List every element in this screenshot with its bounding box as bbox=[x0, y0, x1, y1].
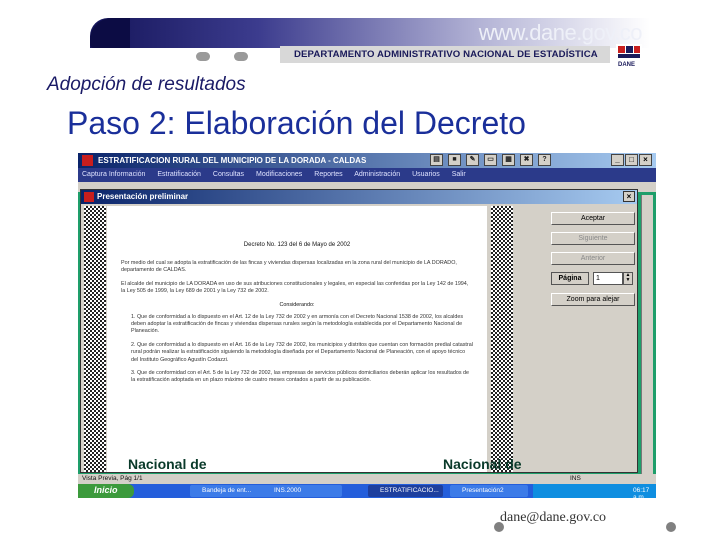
app-icon bbox=[82, 155, 93, 166]
app-titlebar: ESTRATIFICACION RURAL DEL MUNICIPIO DE L… bbox=[78, 153, 656, 168]
preview-page[interactable]: Decreto No. 123 del 6 de Mayo de 2002 Po… bbox=[107, 206, 487, 472]
title-toolbar: ▤ ■ ✎ ▭ ▦ ✖? bbox=[430, 154, 556, 166]
previous-button[interactable]: Anterior bbox=[551, 252, 635, 265]
minimize-icon[interactable]: _ bbox=[611, 154, 624, 166]
page-selector: Página 1 ▲ ▼ bbox=[551, 272, 635, 286]
windows-taskbar: Inicio Bandeja de ent... INS.2000 ESTRAT… bbox=[78, 484, 656, 498]
menu-item[interactable]: Usuarios bbox=[412, 171, 440, 178]
close-icon[interactable]: × bbox=[639, 154, 652, 166]
page-label: Página bbox=[551, 272, 589, 285]
decree-item: 3. Que de conformidad con el Art. 5 de l… bbox=[131, 370, 470, 384]
next-button[interactable]: Siguiente bbox=[551, 232, 635, 245]
clock: 06:17 a.m. bbox=[633, 487, 650, 498]
menu-item[interactable]: Consultas bbox=[213, 171, 244, 178]
help-icon[interactable]: ? bbox=[538, 154, 551, 166]
folder-icon[interactable]: ▭ bbox=[484, 154, 497, 166]
menu-item[interactable]: Reportes bbox=[314, 171, 342, 178]
window-controls: _ □ × bbox=[610, 154, 652, 166]
menu-item[interactable]: Administración bbox=[354, 171, 400, 178]
footer-dot bbox=[666, 522, 676, 532]
header-dot bbox=[234, 52, 248, 61]
start-button[interactable]: Inicio bbox=[78, 484, 134, 498]
considering-heading: Considerando: bbox=[279, 301, 315, 308]
page-input[interactable]: 1 bbox=[593, 272, 623, 285]
zoom-out-button[interactable]: Zoom para alejar bbox=[551, 293, 635, 306]
preview-controls: Aceptar Siguiente Anterior Página 1 ▲ ▼ Z… bbox=[551, 212, 635, 313]
menu-item[interactable]: Salir bbox=[452, 171, 466, 178]
maximize-icon[interactable]: □ bbox=[625, 154, 638, 166]
taskbar-item[interactable]: Presentación2 bbox=[450, 485, 528, 497]
header-url: www.dane.gov.co bbox=[478, 20, 643, 45]
dialog-icon bbox=[84, 192, 94, 202]
decree-paragraph: Por medio del cual se adopta la estratif… bbox=[121, 260, 457, 274]
menu-item[interactable]: Captura Información bbox=[82, 171, 145, 178]
tools-icon[interactable]: ✖ bbox=[520, 154, 533, 166]
menu-bar: Captura Información Estratificación Cons… bbox=[78, 168, 656, 182]
decree-paragraph: El alcalde del municipio de LA DORADA en… bbox=[121, 280, 469, 295]
decree-heading: Decreto No. 123 del 6 de Mayo de 2002 bbox=[243, 242, 351, 248]
taskbar-item[interactable]: INS.2000 bbox=[262, 485, 342, 497]
print-preview-dialog: Presentación preliminar × Decreto No. 12… bbox=[80, 189, 638, 473]
background-text: Nacional de bbox=[443, 456, 522, 472]
page-margin-pattern-right bbox=[491, 206, 513, 472]
taskbar-item-active[interactable]: ESTRATIFICACIO... bbox=[368, 485, 443, 497]
footer-email: dane@dane.gov.co bbox=[500, 510, 607, 525]
status-bar: Vista Previa, Pág 1/1 INS bbox=[78, 474, 656, 484]
dialog-close-button[interactable]: × bbox=[623, 191, 635, 202]
app-screenshot: ESTRATIFICACION RURAL DEL MUNICIPIO DE L… bbox=[78, 153, 656, 498]
accept-button[interactable]: Aceptar bbox=[551, 212, 635, 225]
ins-indicator: INS bbox=[570, 475, 581, 482]
slide-subtitle: Adopción de resultados bbox=[47, 74, 246, 95]
vertical-scrollbar[interactable] bbox=[641, 195, 653, 480]
header-dot bbox=[196, 52, 210, 61]
decree-item: 1. Que de conformidad a lo dispuesto en … bbox=[131, 313, 464, 335]
decree-item: 2. Que de conformidad a lo dispuesto en … bbox=[131, 341, 473, 363]
slide-title: Paso 2: Elaboración del Decreto bbox=[67, 105, 526, 141]
status-text: Vista Previa, Pág 1/1 bbox=[82, 475, 143, 482]
background-text: Nacional de bbox=[128, 456, 207, 472]
dialog-titlebar: Presentación preliminar × bbox=[81, 190, 637, 204]
save-icon[interactable]: ■ bbox=[448, 154, 461, 166]
department-name: DEPARTAMENTO ADMINISTRATIVO NACIONAL DE … bbox=[294, 49, 598, 60]
system-tray: 06:17 a.m. bbox=[533, 484, 656, 498]
dialog-title: Presentación preliminar bbox=[97, 192, 189, 201]
page-spinner[interactable]: ▲ ▼ bbox=[623, 272, 633, 285]
edit-icon[interactable]: ✎ bbox=[466, 154, 479, 166]
page-margin-pattern-left bbox=[84, 206, 106, 472]
print-icon[interactable]: ▤ bbox=[430, 154, 443, 166]
menu-item[interactable]: Modificaciones bbox=[256, 171, 302, 178]
logo-label: DANE bbox=[618, 62, 636, 68]
header-dots bbox=[196, 48, 272, 66]
menu-item[interactable]: Estratificación bbox=[157, 171, 201, 178]
calculator-icon[interactable]: ▦ bbox=[502, 154, 515, 166]
app-title: ESTRATIFICACION RURAL DEL MUNICIPIO DE L… bbox=[98, 156, 367, 165]
